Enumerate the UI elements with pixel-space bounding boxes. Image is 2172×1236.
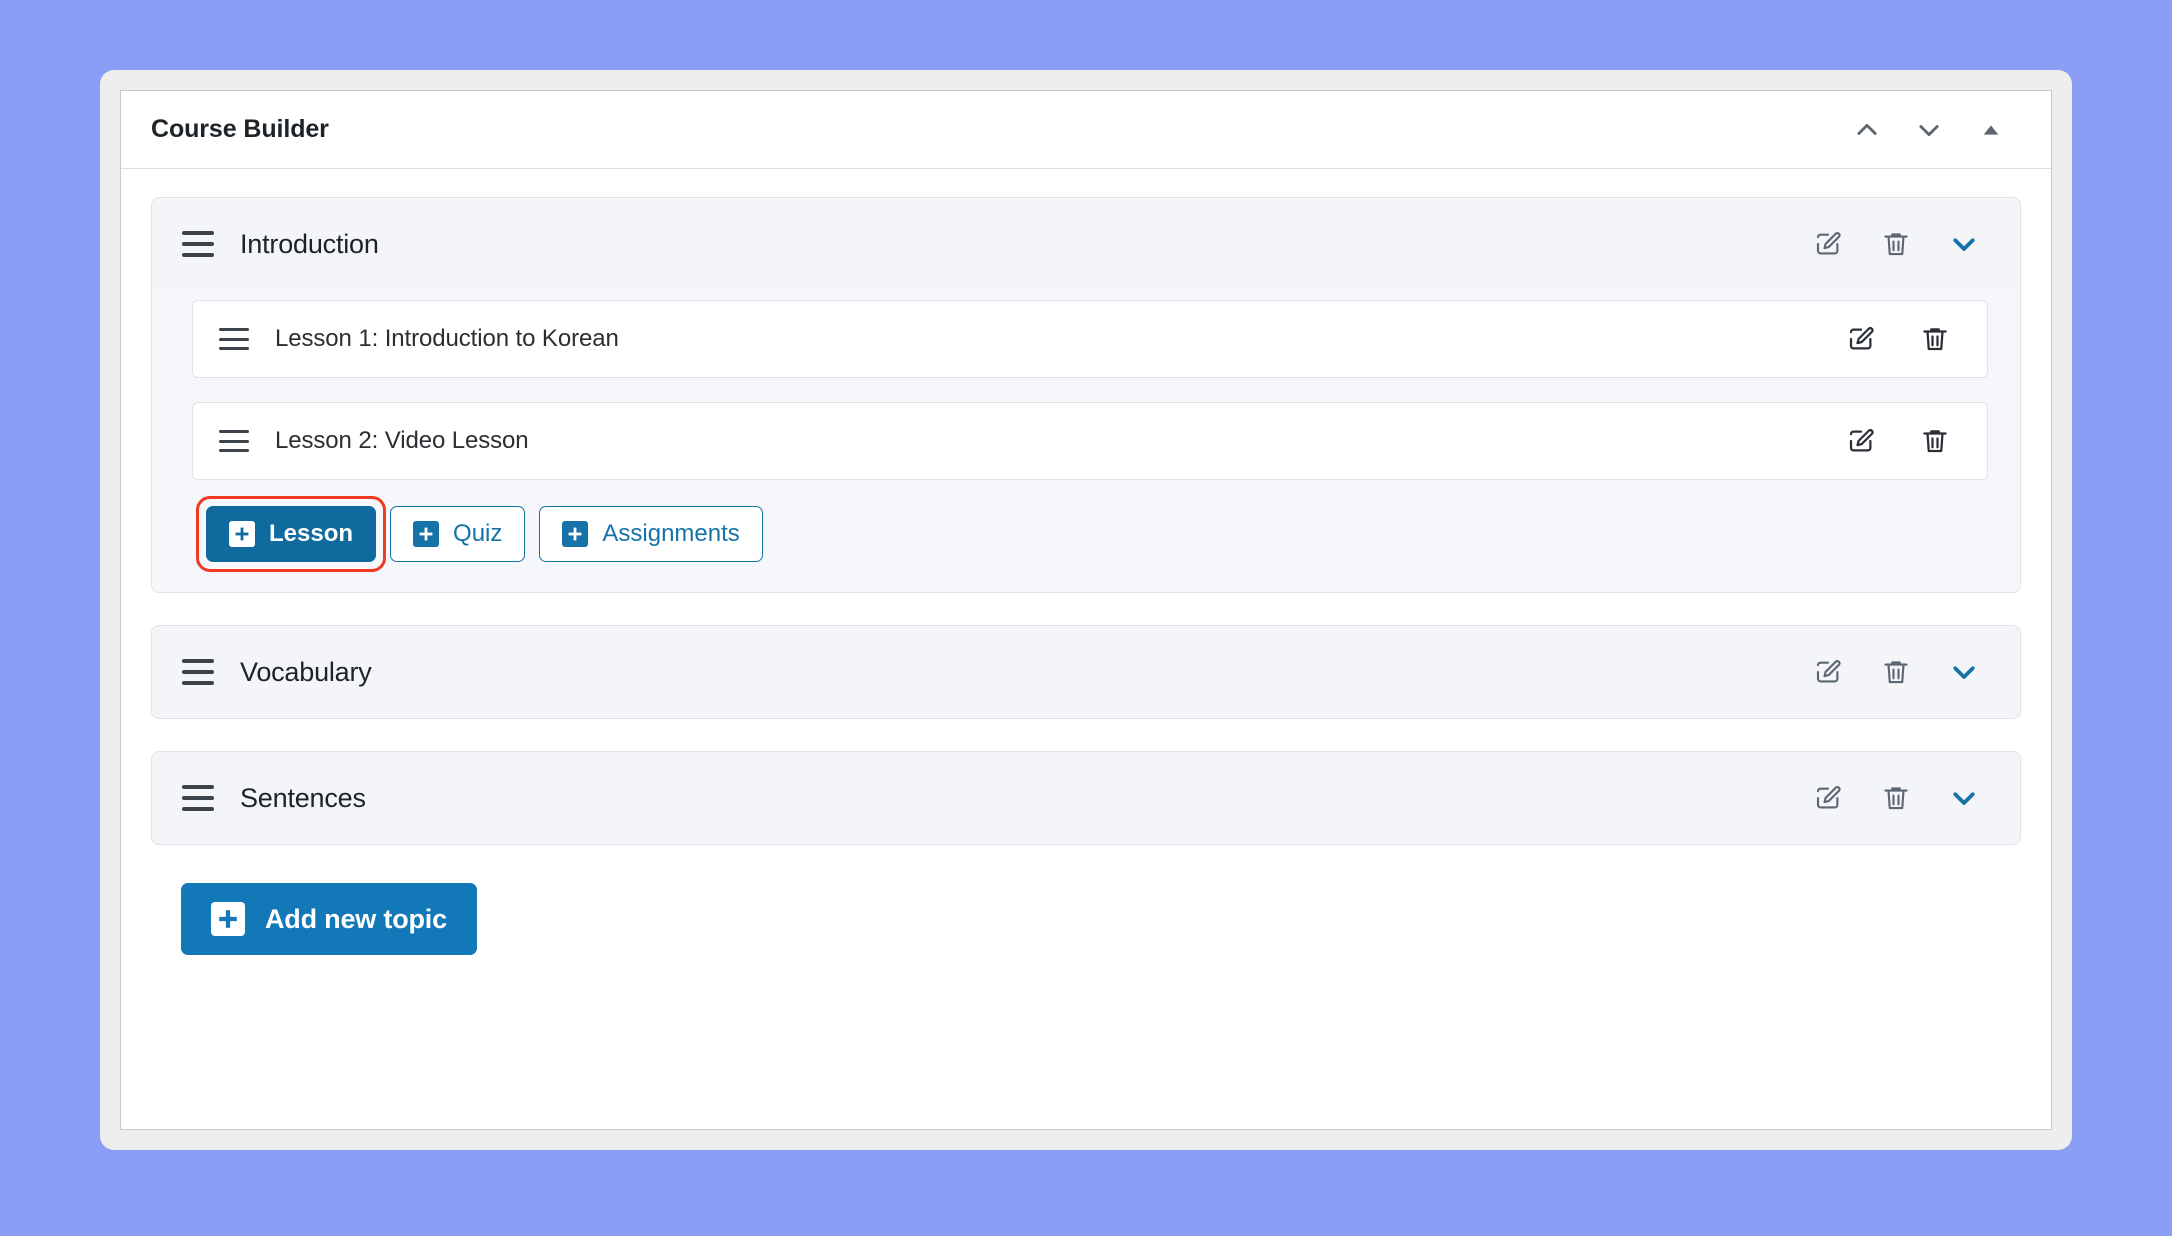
topic-title: Sentences <box>240 782 366 813</box>
topic-toggle-chevron-icon[interactable] <box>1944 778 1984 818</box>
add-quiz-button-wrapper: Quiz <box>390 506 526 562</box>
drag-handle-icon[interactable] <box>182 231 214 257</box>
topic-actions <box>1808 652 1994 692</box>
add-lesson-button[interactable]: Lesson <box>206 506 377 562</box>
trash-icon[interactable] <box>1876 652 1916 692</box>
topic-title: Vocabulary <box>240 656 372 687</box>
trash-icon[interactable] <box>1915 319 1955 359</box>
add-new-topic-label: Add new topic <box>265 903 447 934</box>
add-assignments-button-label: Assignments <box>602 520 740 547</box>
window-frame: Course Builder Introduction Lesson 1: In… <box>100 70 2072 1150</box>
page-title: Course Builder <box>151 115 329 143</box>
add-assignments-button-wrapper: Assignments <box>539 506 763 562</box>
lesson-actions <box>1841 421 1955 461</box>
topic-title: Introduction <box>240 228 379 259</box>
card-footer: Add new topic <box>151 877 2021 955</box>
edit-icon[interactable] <box>1808 652 1848 692</box>
plus-square-icon <box>413 521 440 547</box>
topic-header[interactable]: Vocabulary <box>152 626 2020 718</box>
lesson-actions <box>1841 319 1955 359</box>
drag-handle-icon[interactable] <box>219 328 249 350</box>
trash-icon[interactable] <box>1876 778 1916 818</box>
topic-header[interactable]: Introduction <box>152 198 2020 290</box>
header-actions <box>1847 110 2023 150</box>
drag-handle-icon[interactable] <box>219 430 249 452</box>
topic-header[interactable]: Sentences <box>152 752 2020 844</box>
topic-toggle-chevron-icon[interactable] <box>1944 224 1984 264</box>
chevron-down-icon[interactable] <box>1909 110 1949 150</box>
add-assignments-button[interactable]: Assignments <box>539 506 763 562</box>
course-builder-card: Course Builder Introduction Lesson 1: In… <box>120 90 2052 1130</box>
trash-icon[interactable] <box>1876 224 1916 264</box>
card-header: Course Builder <box>121 91 2051 169</box>
add-new-topic-button[interactable]: Add new topic <box>181 883 477 955</box>
topic-content: Lesson 1: Introduction to Korean Lesson … <box>152 290 2020 592</box>
topic-sentences: Sentences <box>151 751 2021 845</box>
topic-actions <box>1808 224 1994 264</box>
plus-square-icon <box>211 902 245 936</box>
drag-handle-icon[interactable] <box>182 785 214 811</box>
triangle-up-icon[interactable] <box>1971 110 2011 150</box>
plus-square-icon <box>229 521 255 547</box>
lesson-row[interactable]: Lesson 2: Video Lesson <box>192 402 1988 480</box>
add-quiz-button[interactable]: Quiz <box>390 506 526 562</box>
edit-icon[interactable] <box>1808 778 1848 818</box>
chevron-up-icon[interactable] <box>1847 110 1887 150</box>
edit-icon[interactable] <box>1841 319 1881 359</box>
topics-list: Introduction Lesson 1: Introduction to K… <box>121 169 2051 1129</box>
topic-toggle-chevron-icon[interactable] <box>1944 652 1984 692</box>
add-lesson-button-label: Lesson <box>269 520 354 547</box>
add-content-buttons: Lesson Quiz Assignments <box>192 496 1988 572</box>
drag-handle-icon[interactable] <box>182 659 214 685</box>
add-quiz-button-label: Quiz <box>453 520 503 547</box>
lesson-title: Lesson 1: Introduction to Korean <box>275 325 619 352</box>
add-lesson-button-wrapper: Lesson <box>195 496 387 572</box>
edit-icon[interactable] <box>1841 421 1881 461</box>
plus-square-icon <box>562 521 589 547</box>
topic-introduction: Introduction Lesson 1: Introduction to K… <box>151 197 2021 593</box>
lesson-row[interactable]: Lesson 1: Introduction to Korean <box>192 300 1988 378</box>
topic-vocabulary: Vocabulary <box>151 625 2021 719</box>
edit-icon[interactable] <box>1808 224 1848 264</box>
lesson-title: Lesson 2: Video Lesson <box>275 427 529 454</box>
topic-actions <box>1808 778 1994 818</box>
trash-icon[interactable] <box>1915 421 1955 461</box>
